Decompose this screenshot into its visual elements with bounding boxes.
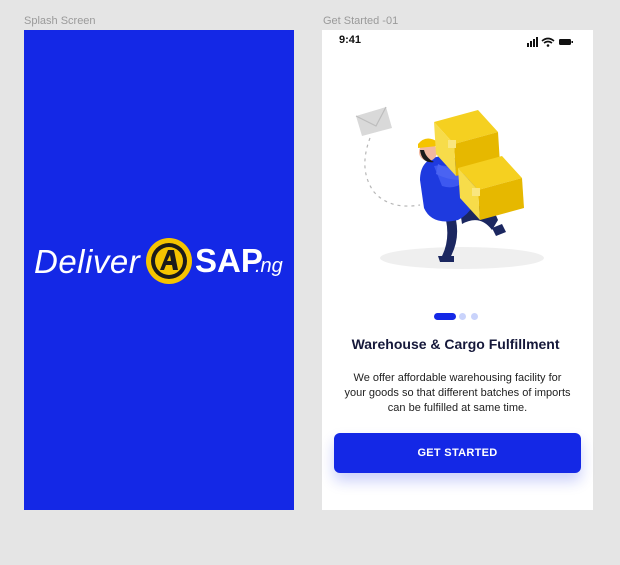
onboarding-title: Warehouse & Cargo Fulfillment (352, 336, 564, 352)
pagination-dots (434, 313, 484, 321)
get-started-screen: 9:41 Warehouse & Cargo Fulfillment We of… (322, 30, 593, 510)
splash-screen: Deliver SAP .ng (24, 30, 294, 510)
get-started-button[interactable]: GET STARTED (334, 433, 581, 473)
frame-label-splash: Splash Screen (24, 15, 96, 27)
cellular-signal-icon (527, 37, 538, 47)
wifi-icon (541, 37, 555, 47)
pagination-dot[interactable] (459, 313, 466, 320)
pagination-dot-active[interactable] (434, 313, 456, 320)
logo-badge-icon (146, 238, 192, 284)
logo-suffix: .ng (255, 255, 283, 277)
logo-word-sap: SAP (195, 242, 263, 279)
pagination-dot[interactable] (471, 313, 478, 320)
battery-icon (559, 39, 573, 45)
envelope-icon (355, 106, 392, 136)
status-icons (527, 37, 573, 47)
brand-logo: Deliver SAP .ng (32, 235, 290, 291)
logo-word-deliver: Deliver (34, 243, 141, 280)
onboarding-description: We offer affordable warehousing facility… (344, 372, 571, 414)
onboarding-title-wrapper: Warehouse & Cargo Fulfillment (322, 336, 593, 352)
status-time: 9:41 (339, 34, 362, 46)
delivery-illustration (355, 106, 544, 269)
frame-label-get-started: Get Started -01 (323, 15, 399, 27)
onboarding-title-text: Warehouse & Cargo Fulfillment (351, 336, 560, 352)
